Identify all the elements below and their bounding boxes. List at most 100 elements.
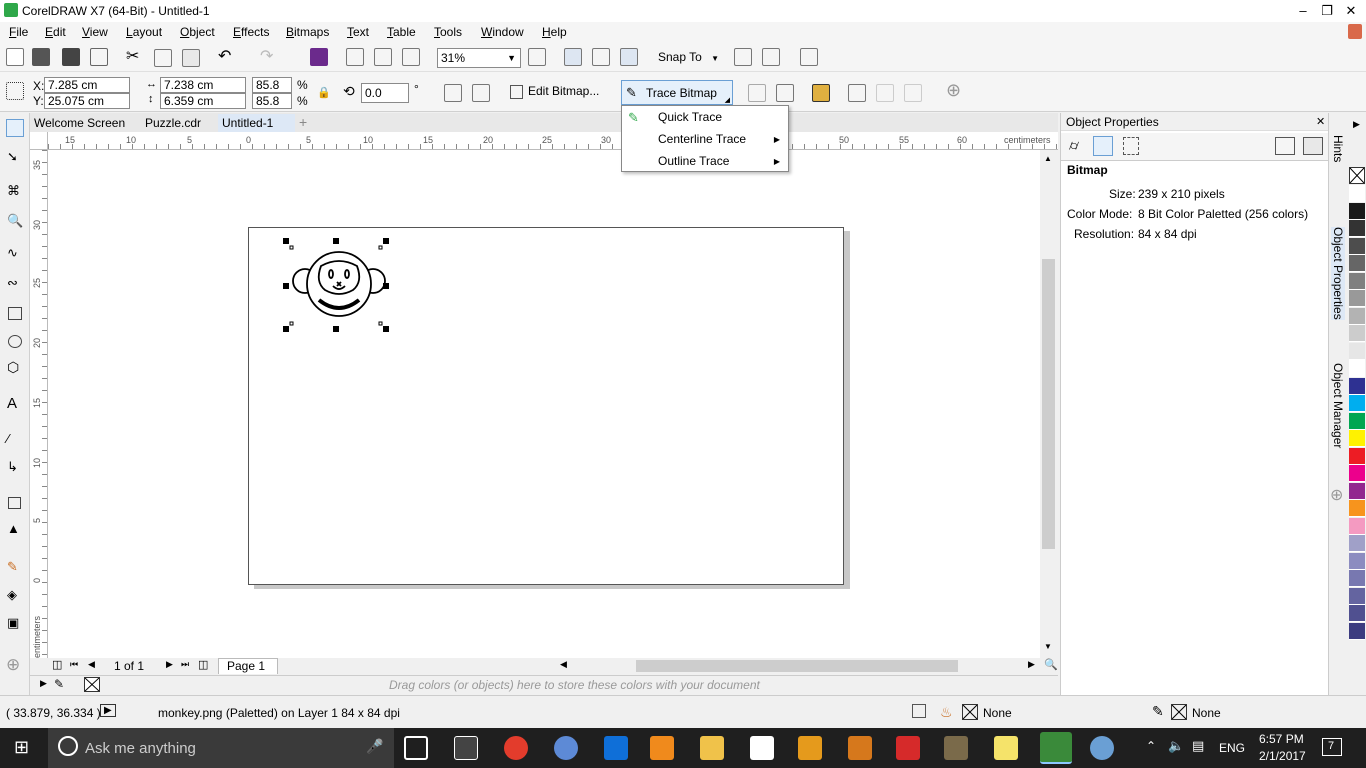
tab-untitled-1[interactable]: Untitled-1 bbox=[218, 114, 295, 132]
corel-photopaint-icon[interactable] bbox=[1090, 736, 1114, 760]
app-red-icon[interactable] bbox=[896, 736, 920, 760]
color-swatch[interactable] bbox=[1349, 465, 1365, 482]
chrome-icon[interactable] bbox=[504, 736, 528, 760]
horizontal-scrollbar-thumb[interactable] bbox=[636, 660, 958, 672]
color-swatch[interactable] bbox=[1349, 587, 1365, 605]
frame-tab-icon[interactable] bbox=[1123, 137, 1139, 155]
color-swatch[interactable] bbox=[1349, 325, 1365, 342]
scale-x-input[interactable]: 85.8 bbox=[252, 77, 292, 93]
text-tool-icon[interactable]: A bbox=[7, 395, 17, 412]
x-position-input[interactable]: 7.285 cm bbox=[44, 77, 130, 93]
show-hidden-icons-icon[interactable]: ⌃ bbox=[1146, 739, 1156, 753]
matlab-icon[interactable] bbox=[848, 736, 872, 760]
status-flyout-icon[interactable]: ▶ bbox=[100, 704, 116, 717]
color-swatch[interactable] bbox=[1349, 552, 1365, 570]
corel-connect-icon[interactable] bbox=[310, 48, 328, 66]
gimp-icon[interactable] bbox=[944, 736, 968, 760]
tab-hints[interactable]: Hints bbox=[1331, 135, 1345, 162]
show-grid-icon[interactable] bbox=[592, 48, 610, 66]
menu-item-quick-trace[interactable]: Quick Trace bbox=[658, 110, 722, 124]
last-page-icon[interactable]: ⏭ bbox=[181, 659, 189, 670]
tab-object-properties[interactable]: Object Properties bbox=[1331, 227, 1345, 320]
rectangle-tool-icon[interactable] bbox=[8, 307, 22, 320]
object-origin-icon[interactable] bbox=[6, 82, 24, 100]
ruler-origin-icon[interactable] bbox=[30, 132, 48, 150]
add-icon[interactable]: ⊕ bbox=[946, 80, 961, 101]
coreldraw-taskbar-icon[interactable] bbox=[1040, 732, 1072, 764]
network-icon[interactable]: ▤ bbox=[1192, 738, 1204, 754]
menu-effects[interactable]: Effects bbox=[233, 25, 269, 39]
fill-tab-icon[interactable]: ⌭ bbox=[1069, 137, 1079, 154]
color-swatch[interactable] bbox=[1349, 535, 1365, 552]
redo-icon[interactable]: ↷ bbox=[260, 46, 273, 66]
application-launcher-icon[interactable] bbox=[762, 48, 780, 66]
color-swatch[interactable] bbox=[1349, 430, 1365, 447]
undo-icon[interactable]: ↶ bbox=[218, 46, 231, 66]
store-icon[interactable] bbox=[454, 736, 478, 760]
dimension-tool-icon[interactable]: ∕ bbox=[7, 431, 9, 446]
shape-tool-icon[interactable]: ➘ bbox=[7, 149, 18, 165]
rotation-angle-input[interactable]: 0.0 bbox=[361, 83, 409, 103]
summary-view-icon[interactable] bbox=[1275, 137, 1295, 155]
color-swatch[interactable] bbox=[1349, 622, 1365, 640]
user-icon[interactable] bbox=[1348, 24, 1362, 39]
color-swatch[interactable] bbox=[1349, 255, 1365, 272]
menu-text[interactable]: Text bbox=[347, 25, 369, 39]
color-swatch[interactable] bbox=[1349, 307, 1365, 325]
color-swatch[interactable] bbox=[1349, 342, 1365, 360]
action-center-icon[interactable]: 7 bbox=[1322, 738, 1342, 756]
color-swatch[interactable] bbox=[1349, 220, 1365, 237]
menu-edit[interactable]: Edit bbox=[45, 25, 66, 39]
welcome-screen-icon[interactable] bbox=[800, 48, 818, 66]
print-icon[interactable] bbox=[90, 48, 108, 66]
menu-tools[interactable]: Tools bbox=[434, 25, 462, 39]
menu-view[interactable]: View bbox=[82, 25, 108, 39]
color-proof-icon[interactable] bbox=[912, 704, 926, 718]
artistic-media-tool-icon[interactable]: ∾ bbox=[7, 275, 18, 291]
y-position-input[interactable]: 25.075 cm bbox=[44, 93, 130, 109]
polygon-tool-icon[interactable]: ⬡ bbox=[7, 359, 19, 376]
freehand-tool-icon[interactable]: ∿ bbox=[7, 245, 18, 261]
first-page-icon[interactable]: ⏮ bbox=[70, 659, 78, 670]
color-swatch[interactable] bbox=[1349, 185, 1365, 202]
add-tool-icon[interactable]: ⊕ bbox=[6, 655, 20, 675]
menu-window[interactable]: Window bbox=[481, 25, 524, 39]
options-icon[interactable] bbox=[734, 48, 752, 66]
pick-tool-icon[interactable] bbox=[6, 119, 24, 137]
connector-tool-icon[interactable]: ↳ bbox=[7, 459, 18, 475]
copy-icon[interactable] bbox=[154, 49, 172, 67]
show-guidelines-icon[interactable] bbox=[620, 48, 638, 66]
resample-icon[interactable] bbox=[776, 84, 794, 102]
tab-welcome-screen[interactable]: Welcome Screen bbox=[30, 114, 141, 132]
sublime-text-icon[interactable] bbox=[798, 736, 822, 760]
bitmap-color-mask-icon[interactable] bbox=[812, 84, 830, 102]
language-indicator[interactable]: ENG bbox=[1219, 741, 1245, 755]
menu-object[interactable]: Object bbox=[180, 25, 215, 39]
publish-pdf-icon[interactable] bbox=[402, 48, 420, 66]
menu-bitmaps[interactable]: Bitmaps bbox=[286, 25, 329, 39]
color-swatch[interactable] bbox=[1349, 482, 1365, 500]
menu-layout[interactable]: Layout bbox=[126, 25, 162, 39]
width-input[interactable]: 7.238 cm bbox=[160, 77, 246, 93]
show-rulers-icon[interactable] bbox=[564, 48, 582, 66]
crop-bitmap-icon[interactable] bbox=[748, 84, 766, 102]
full-screen-preview-icon[interactable] bbox=[528, 48, 546, 66]
tab-puzzle[interactable]: Puzzle.cdr bbox=[141, 114, 218, 132]
scale-y-input[interactable]: 85.8 bbox=[252, 93, 292, 109]
color-swatch[interactable] bbox=[1349, 605, 1365, 622]
snap-to-button[interactable]: Snap To ▼ bbox=[658, 50, 719, 64]
file-explorer-icon[interactable] bbox=[700, 736, 724, 760]
color-swatch[interactable] bbox=[1349, 237, 1365, 255]
scroll-right-icon[interactable]: ▶ bbox=[1028, 659, 1035, 670]
next-page-icon[interactable]: ▶ bbox=[166, 659, 173, 670]
mirror-horizontal-icon[interactable] bbox=[444, 84, 462, 102]
microphone-icon[interactable]: 🎤 bbox=[366, 738, 383, 755]
creative-suite-icon[interactable] bbox=[750, 736, 774, 760]
monkey-bitmap[interactable] bbox=[279, 236, 399, 346]
to-back-icon[interactable] bbox=[904, 84, 922, 102]
clock-date[interactable]: 2/1/2017 bbox=[1259, 749, 1306, 763]
menu-item-outline-trace[interactable]: Outline Trace bbox=[658, 154, 729, 168]
vertical-scrollbar[interactable]: ▲ ▼ bbox=[1040, 150, 1058, 658]
sticky-notes-icon[interactable] bbox=[994, 736, 1018, 760]
height-input[interactable]: 6.359 cm bbox=[160, 93, 246, 109]
